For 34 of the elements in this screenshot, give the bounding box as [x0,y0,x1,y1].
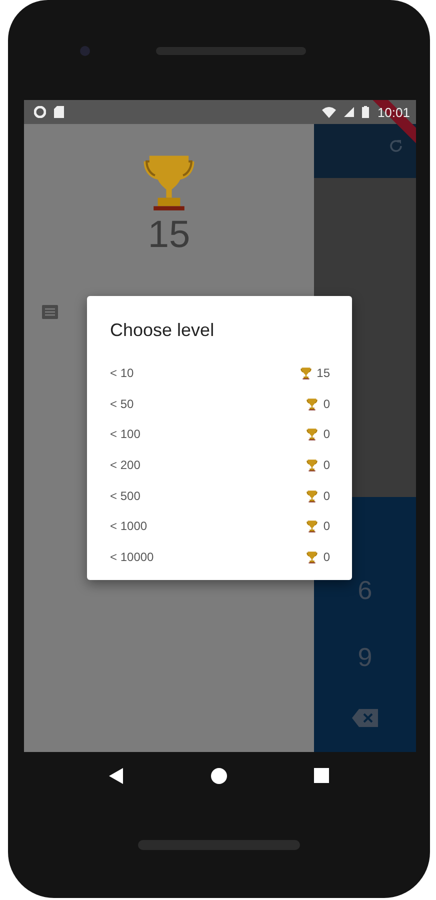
trophy-count: 0 [323,396,330,411]
trophy-icon [306,427,318,442]
list-icon[interactable] [42,305,58,319]
level-option[interactable]: < 500 [110,488,306,503]
level-option[interactable]: < 100 [110,427,306,442]
dialog-title: Choose level [110,320,216,341]
trophy-icon [306,396,318,411]
wifi-icon [322,106,336,118]
trophy-icon [306,550,318,564]
level-option[interactable]: < 10 [110,366,300,380]
level-option[interactable]: < 10000 [110,550,306,564]
refresh-icon[interactable] [388,138,404,154]
trophy-icon [306,488,318,503]
trophy-count: 0 [323,550,330,564]
backspace-icon[interactable] [352,709,378,727]
trophy-count: 0 [323,427,330,442]
trophy-score: 15 [148,214,190,257]
level-option[interactable]: < 1000 [110,519,306,534]
trophy-count: 0 [323,458,330,472]
sd-card-icon [54,106,64,118]
trophy-count: 15 [316,366,330,380]
home-icon[interactable] [210,768,226,784]
trophy-icon [300,366,312,380]
trophy-count: 0 [323,488,330,503]
trophy-icon [306,458,318,472]
level-option[interactable]: < 50 [110,396,306,411]
status-time: 10:01 [377,104,410,120]
level-option[interactable]: < 200 [110,458,306,472]
signal-icon [344,107,354,117]
camera-lens [80,46,90,56]
trophy-count: 0 [323,519,330,534]
battery-icon [362,106,370,118]
trophy-icon [306,519,318,534]
back-icon[interactable] [109,768,123,784]
